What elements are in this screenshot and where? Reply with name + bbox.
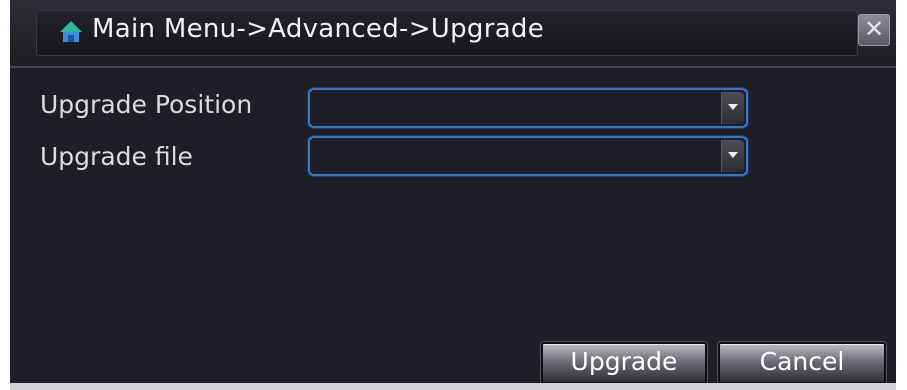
page-title: Main Menu->Advanced->Upgrade: [92, 14, 545, 44]
chevron-down-icon[interactable]: [721, 92, 744, 124]
upgrade-file-label: Upgrade file: [40, 142, 193, 171]
home-icon: [60, 21, 82, 42]
cancel-button[interactable]: Cancel: [718, 342, 886, 384]
chevron-down-icon[interactable]: [721, 140, 744, 172]
upgrade-position-dropdown[interactable]: [308, 88, 748, 128]
dialog-bottom-edge: [10, 383, 896, 390]
upgrade-file-dropdown[interactable]: [308, 136, 748, 176]
upgrade-button[interactable]: Upgrade: [541, 342, 707, 384]
close-button[interactable]: ✕: [858, 14, 890, 46]
close-icon: ✕: [863, 15, 885, 43]
upgrade-position-label: Upgrade Position: [40, 90, 253, 119]
